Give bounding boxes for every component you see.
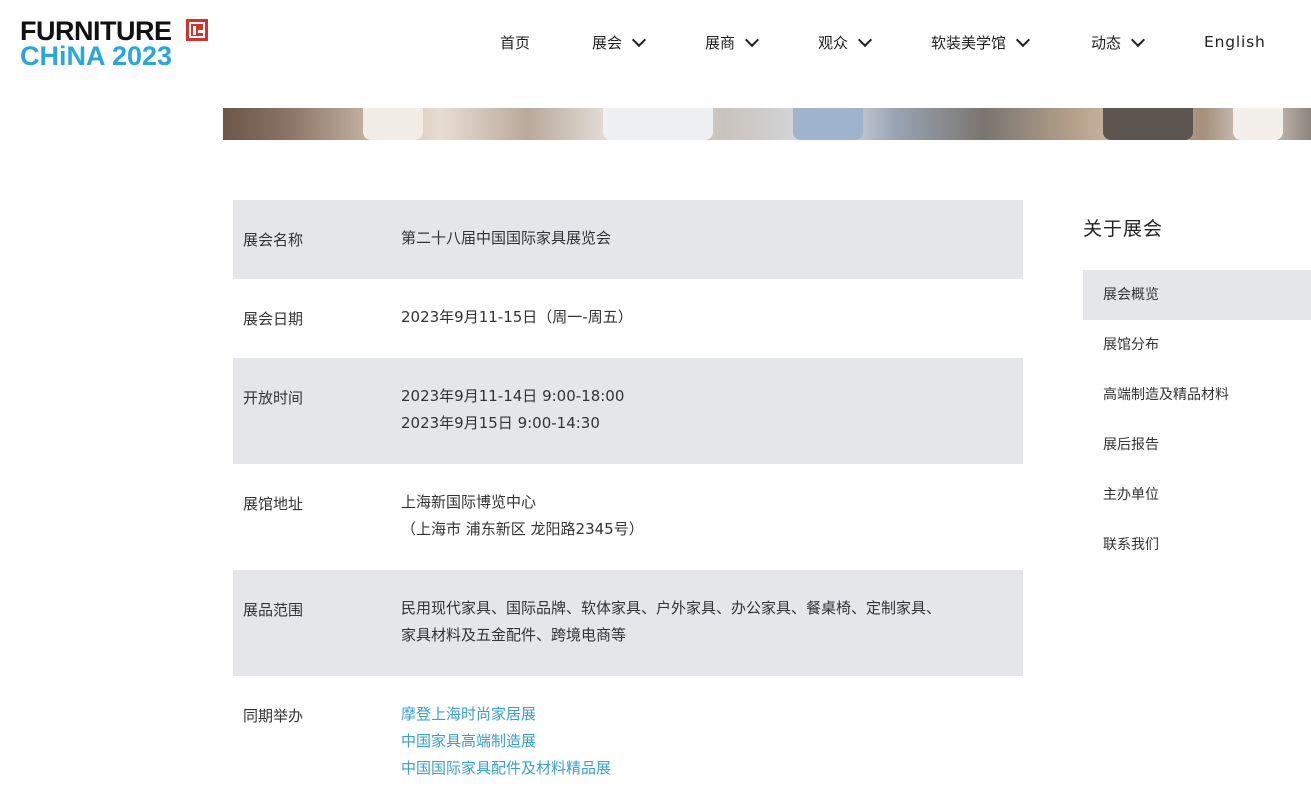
nav-item-exhibition[interactable]: 展会	[592, 30, 647, 54]
nav-label: 软装美学馆	[931, 33, 1007, 52]
info-label: 开放时间	[243, 389, 304, 407]
nav-label: 展会	[592, 33, 623, 52]
info-row-date: 展会日期 2023年9月11-15日（周一-周五）	[233, 279, 1023, 358]
info-value-line: 第二十八届中国国际家具展览会	[401, 229, 612, 247]
sidebar-item-overview[interactable]: 展会概览	[1083, 270, 1311, 320]
nav-item-news[interactable]: 动态	[1091, 30, 1146, 54]
nav-label: 观众	[818, 33, 849, 52]
nav-label: 展商	[705, 33, 736, 52]
sidebar-item-post-show-report[interactable]: 展后报告	[1083, 420, 1311, 470]
logo-h-mark-icon	[186, 19, 208, 41]
nav-item-exhibitors[interactable]: 展商	[705, 30, 760, 54]
concurrent-event-link[interactable]: 摩登上海时尚家居展	[401, 701, 611, 728]
sidebar-menu: 展会概览 展馆分布 高端制造及精品材料 展后报告 主办单位 联系我们	[1083, 270, 1311, 570]
info-value: 上海新国际博览中心 （上海市 浦东新区 龙阳路2345号）	[401, 489, 644, 543]
info-label: 展馆地址	[243, 495, 304, 513]
info-label: 展会名称	[243, 231, 304, 249]
sidebar-item-hall-layout[interactable]: 展馆分布	[1083, 320, 1311, 370]
concurrent-event-link[interactable]: 中国家具高端制造展	[401, 728, 611, 755]
nav-item-english[interactable]: English	[1204, 30, 1266, 54]
info-row-name: 展会名称 第二十八届中国国际家具展览会	[233, 200, 1023, 279]
hero-banner-image	[223, 108, 1311, 140]
sidebar-item-contact-us[interactable]: 联系我们	[1083, 520, 1311, 570]
logo-line-2: CHiNA 2023	[20, 41, 173, 71]
chevron-down-icon	[744, 32, 760, 47]
info-value-line: 2023年9月15日 9:00-14:30	[401, 414, 600, 432]
info-row-concurrent-events: 同期举办 摩登上海时尚家居展 中国家具高端制造展 中国国际家具配件及材料精品展	[233, 676, 1023, 797]
exhibition-info-table: 展会名称 第二十八届中国国际家具展览会 展会日期 2023年9月11-15日（周…	[233, 200, 1023, 797]
nav-item-visitors[interactable]: 观众	[818, 30, 873, 54]
nav-label: 首页	[500, 33, 531, 52]
about-sidebar: 关于展会 展会概览 展馆分布 高端制造及精品材料 展后报告 主办单位 联系我们	[1083, 212, 1311, 553]
sidebar-title: 关于展会	[1083, 218, 1164, 240]
info-value-line: 2023年9月11-14日 9:00-18:00	[401, 387, 625, 405]
info-value: 摩登上海时尚家居展 中国家具高端制造展 中国国际家具配件及材料精品展	[401, 701, 611, 782]
nav-label: English	[1204, 33, 1266, 51]
sidebar-item-organizers[interactable]: 主办单位	[1083, 470, 1311, 520]
info-row-product-scope: 展品范围 民用现代家具、国际品牌、软体家具、户外家具、办公家具、餐桌椅、定制家具…	[233, 570, 1023, 676]
sidebar-item-manufacturing-materials[interactable]: 高端制造及精品材料	[1083, 370, 1311, 420]
info-value-line: 民用现代家具、国际品牌、软体家具、户外家具、办公家具、餐桌椅、定制家具、	[401, 599, 942, 617]
info-value: 2023年9月11-15日（周一-周五）	[401, 304, 633, 331]
furniture-china-logo[interactable]: FURNITURE CHiNA 2023	[20, 17, 220, 73]
info-value: 2023年9月11-14日 9:00-18:00 2023年9月15日 9:00…	[401, 383, 624, 437]
info-value: 第二十八届中国国际家具展览会	[401, 225, 611, 252]
info-label: 同期举办	[243, 707, 304, 725]
chevron-down-icon	[1015, 32, 1031, 47]
info-value-line: 上海新国际博览中心	[401, 493, 537, 511]
info-value-line: 2023年9月11-15日（周一-周五）	[401, 308, 633, 326]
info-label: 展品范围	[243, 601, 304, 619]
info-row-venue: 展馆地址 上海新国际博览中心 （上海市 浦东新区 龙阳路2345号）	[233, 464, 1023, 570]
info-value-line: 家具材料及五金配件、跨境电商等	[401, 626, 627, 644]
info-value-line: （上海市 浦东新区 龙阳路2345号）	[401, 520, 644, 538]
chevron-down-icon	[1130, 32, 1146, 47]
chevron-down-icon	[631, 32, 647, 47]
nav-item-soft-decor-gallery[interactable]: 软装美学馆	[931, 30, 1031, 54]
concurrent-event-link[interactable]: 中国国际家具配件及材料精品展	[401, 755, 611, 782]
nav-item-home[interactable]: 首页	[500, 30, 530, 54]
info-row-hours: 开放时间 2023年9月11-14日 9:00-18:00 2023年9月15日…	[233, 358, 1023, 464]
nav-label: 动态	[1091, 33, 1122, 52]
info-label: 展会日期	[243, 310, 304, 328]
chevron-down-icon	[857, 32, 873, 47]
site-header: FURNITURE CHiNA 2023 首页 展会 展商 观众 软装美学馆 动…	[0, 0, 1311, 108]
info-value: 民用现代家具、国际品牌、软体家具、户外家具、办公家具、餐桌椅、定制家具、 家具材…	[401, 595, 941, 649]
